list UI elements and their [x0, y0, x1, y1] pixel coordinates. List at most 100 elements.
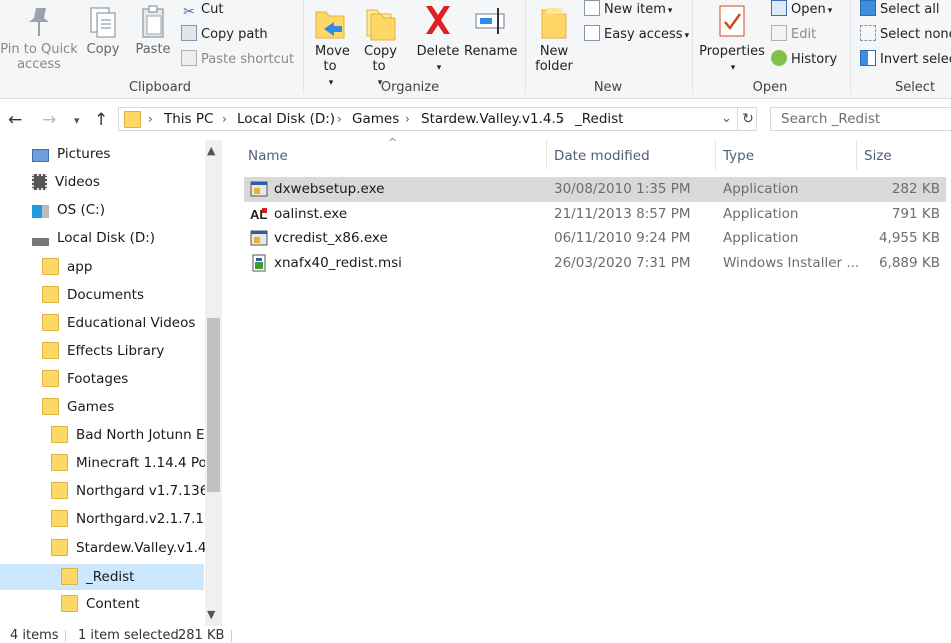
nav-scrollbar-thumb[interactable] — [207, 318, 220, 492]
properties-button[interactable]: Properties ▾ — [698, 2, 766, 76]
file-name: dxwebsetup.exe — [274, 181, 385, 197]
nav-item-games[interactable]: Games — [42, 394, 114, 420]
videos-icon — [32, 174, 47, 190]
openal-exe-icon: AL — [250, 207, 267, 222]
column-header-type[interactable]: Type — [723, 148, 754, 164]
nav-item-os-c[interactable]: OS (C:) — [32, 197, 105, 223]
breadcrumb-separator-icon[interactable]: › — [222, 112, 227, 126]
nav-item-local-disk-d[interactable]: Local Disk (D:) — [32, 225, 155, 251]
address-dropdown-chevron-icon[interactable]: ⌄ — [721, 111, 732, 126]
status-item-count: 4 items — [10, 628, 59, 643]
breadcrumb-separator-icon[interactable]: › — [405, 112, 410, 126]
setup-exe-icon — [250, 181, 268, 197]
column-divider[interactable] — [715, 140, 716, 170]
ribbon-separator — [525, 0, 526, 94]
nav-item-footages[interactable]: Footages — [42, 366, 128, 392]
copy-to-button[interactable]: Copy to ▾ — [358, 2, 400, 91]
breadcrumb-separator-icon[interactable]: › — [148, 112, 153, 126]
history-button[interactable]: History — [771, 50, 837, 70]
file-date: 30/08/2010 1:35 PM — [554, 181, 691, 197]
open-button[interactable]: Open ▾ — [771, 0, 832, 20]
copy-path-button[interactable]: Copy path — [181, 25, 268, 45]
invert-selection-button[interactable]: Invert selec — [860, 50, 951, 70]
nav-item-bad-north[interactable]: Bad North Jotunn Edi — [51, 422, 205, 448]
installer-msi-icon — [252, 254, 266, 272]
file-name: xnafx40_redist.msi — [274, 255, 402, 271]
setup-exe-icon — [250, 230, 268, 246]
up-arrow-icon[interactable]: ↑ — [94, 110, 108, 130]
scroll-up-chevron-icon[interactable]: ▲ — [207, 144, 215, 157]
breadcrumb-separator-icon[interactable]: › — [559, 112, 564, 126]
column-header-name[interactable]: Name — [248, 148, 288, 164]
breadcrumb-stardew-valley[interactable]: Stardew.Valley.v1.4.5 — [421, 111, 564, 127]
forward-arrow-icon[interactable]: → — [42, 110, 56, 130]
rename-button[interactable]: Rename — [464, 2, 517, 59]
organize-group-label: Organize — [380, 80, 440, 95]
folder-icon — [51, 510, 68, 527]
pictures-icon — [32, 149, 49, 162]
folder-icon — [42, 398, 59, 415]
column-header-size[interactable]: Size — [864, 148, 892, 164]
folder-icon — [51, 482, 68, 499]
breadcrumb-this-pc[interactable]: This PC — [164, 111, 213, 127]
folder-icon — [51, 539, 68, 556]
column-divider[interactable] — [856, 140, 857, 170]
copy-button[interactable]: Copy — [84, 4, 122, 57]
invert-selection-icon — [860, 50, 876, 66]
move-to-button[interactable]: Move to ▾ — [309, 2, 351, 91]
nav-item-northgard-v2[interactable]: Northgard.v2.1.7.164 — [51, 506, 205, 532]
rename-icon — [475, 8, 505, 34]
scroll-down-chevron-icon[interactable]: ▼ — [207, 608, 215, 621]
ribbon-separator — [692, 0, 693, 94]
address-folder-icon — [124, 111, 141, 128]
select-all-icon — [860, 0, 876, 16]
breadcrumb-local-disk-d[interactable]: Local Disk (D:) — [237, 111, 335, 127]
drive-icon — [32, 238, 49, 246]
cut-button[interactable]: ✂ Cut — [181, 0, 223, 20]
search-input[interactable]: Search _Redist — [770, 107, 951, 131]
paste-button[interactable]: Paste — [133, 4, 173, 57]
nav-item-pictures[interactable]: Pictures — [32, 141, 110, 167]
select-none-button[interactable]: Select none — [860, 25, 951, 45]
new-folder-button[interactable]: New folder — [530, 2, 578, 74]
back-arrow-icon[interactable]: ← — [8, 110, 22, 130]
refresh-icon[interactable]: ↻ — [737, 108, 758, 130]
folder-icon — [51, 454, 68, 471]
nav-item-effects-library[interactable]: Effects Library — [42, 338, 164, 364]
breadcrumb-games[interactable]: Games — [352, 111, 399, 127]
breadcrumb-separator-icon[interactable]: › — [337, 112, 342, 126]
table-row[interactable]: AL oalinst.exe 21/11/2013 8:57 PM Applic… — [244, 202, 946, 227]
new-item-button[interactable]: New item ▾ — [584, 0, 672, 20]
table-row[interactable]: vcredist_x86.exe 06/11/2010 9:24 PM Appl… — [244, 226, 946, 251]
column-divider[interactable] — [546, 140, 547, 170]
nav-item-educational-videos[interactable]: Educational Videos — [42, 310, 195, 336]
edit-button[interactable]: Edit — [771, 25, 816, 45]
delete-button[interactable]: Delete ▾ — [416, 2, 460, 76]
file-size: 6,889 KB — [878, 255, 940, 271]
status-selected-count: 1 item selected — [78, 628, 179, 643]
paste-shortcut-button[interactable]: Paste shortcut — [181, 50, 294, 70]
table-row[interactable]: xnafx40_redist.msi 26/03/2020 7:31 PM Wi… — [244, 251, 946, 276]
nav-item-redist[interactable]: _Redist — [61, 564, 134, 590]
file-size: 4,955 KB — [878, 230, 940, 246]
column-header-date-modified[interactable]: Date modified — [554, 148, 650, 164]
nav-item-videos[interactable]: Videos — [32, 169, 100, 195]
easy-access-button[interactable]: Easy access ▾ — [584, 25, 689, 45]
copy-icon — [90, 7, 116, 38]
file-date: 26/03/2020 7:31 PM — [554, 255, 691, 271]
delete-x-icon — [426, 6, 450, 34]
nav-item-app[interactable]: app — [42, 254, 92, 280]
nav-item-minecraft[interactable]: Minecraft 1.14.4 Porta — [51, 450, 205, 476]
select-all-button[interactable]: Select all — [860, 0, 939, 20]
nav-item-stardew-valley[interactable]: Stardew.Valley.v1.4.5 — [51, 535, 205, 561]
pin-to-quick-access-button[interactable]: Pin to Quick access — [0, 4, 78, 72]
recent-locations-chevron-icon[interactable]: ▾ — [74, 114, 80, 127]
nav-item-documents[interactable]: Documents — [42, 282, 144, 308]
properties-icon — [719, 5, 745, 37]
folder-icon — [42, 286, 59, 303]
nav-item-content[interactable]: Content — [61, 591, 140, 617]
breadcrumb-redist[interactable]: _Redist — [575, 111, 623, 127]
table-row[interactable]: dxwebsetup.exe 30/08/2010 1:35 PM Applic… — [244, 177, 946, 202]
sort-ascending-chevron-icon: ^ — [388, 136, 398, 149]
nav-item-northgard-v1[interactable]: Northgard v1.7.13626 — [51, 478, 205, 504]
